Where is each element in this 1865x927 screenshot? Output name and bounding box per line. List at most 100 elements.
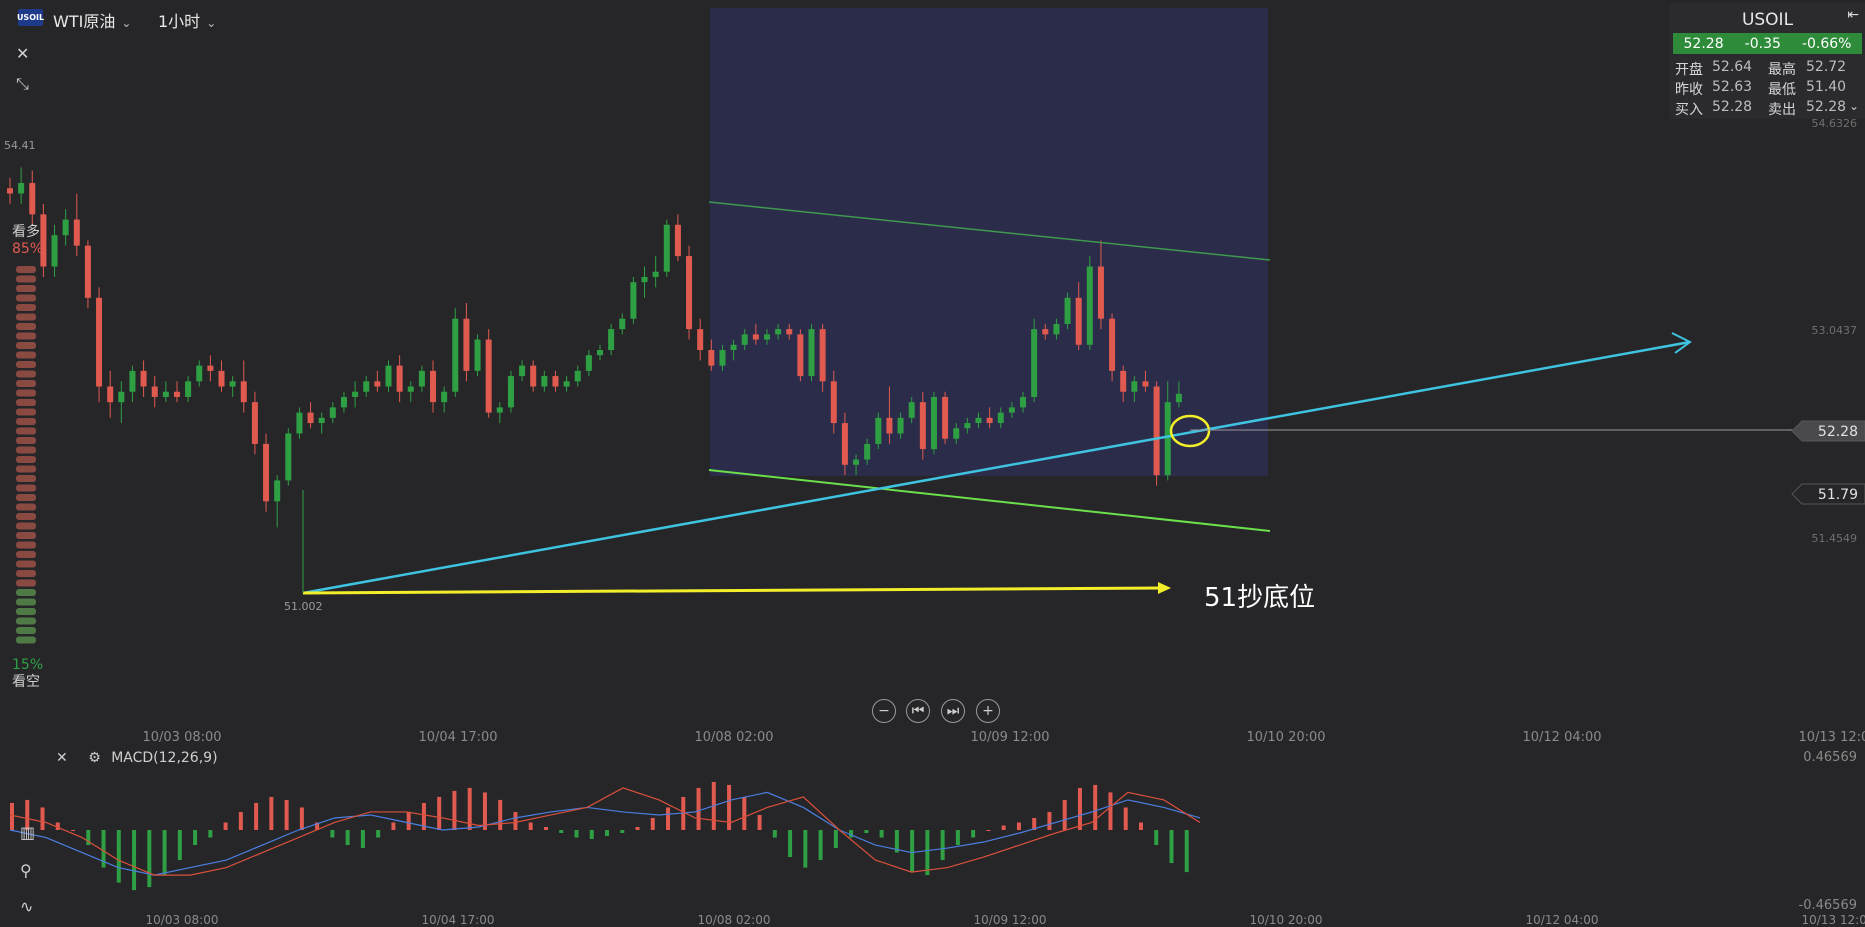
candle-body (29, 183, 36, 215)
x-tick-label: 10/08 02:00 (694, 730, 773, 745)
macd-bar (1062, 799, 1067, 830)
macd-bar (1093, 784, 1098, 830)
sentiment-segment (16, 484, 36, 492)
low-value: 51.40 (1806, 79, 1847, 95)
candle-body (340, 396, 347, 408)
compass-icon[interactable]: ⚲ (20, 861, 32, 880)
macd-bar (788, 830, 793, 858)
sentiment-segment (16, 551, 36, 558)
macd-bar (40, 807, 45, 830)
zoom-out-button[interactable]: − (872, 699, 896, 723)
candle-body (151, 386, 158, 397)
candle-body (641, 276, 648, 283)
macd-bar (238, 811, 243, 830)
sentiment-segment (16, 522, 36, 530)
candle-body (752, 334, 759, 340)
scroll-start-button[interactable]: ⏮ (906, 699, 930, 723)
macd-bar (1123, 807, 1128, 830)
chevron-down-icon[interactable]: ⌄ (1849, 99, 1859, 113)
sentiment-segment (16, 332, 36, 340)
bull-label: 看多 (12, 224, 40, 240)
candle-body (585, 355, 592, 371)
macd-bar (193, 830, 198, 846)
macd-bar (299, 807, 304, 830)
candle-body (563, 381, 570, 387)
candle-body (7, 188, 13, 194)
candle-body (919, 402, 926, 450)
support-line (302, 586, 1161, 595)
y-tick-label: 53.0437 (1812, 324, 1858, 337)
candle-body (1086, 266, 1093, 345)
candle-body (875, 417, 882, 444)
macd-bar (955, 830, 960, 846)
bid-value: 52.28 (1712, 99, 1753, 115)
sentiment-segment (16, 589, 36, 596)
price-chart[interactable]: 51抄底位 10/03 08:00 10/04 17:00 10/08 02:00 1… (0, 0, 1865, 927)
sentiment-segment (16, 380, 36, 387)
bull-pct: 85% (12, 241, 44, 257)
ask-value: 52.28 (1806, 99, 1847, 115)
bid-label: 买入 (1675, 102, 1703, 118)
candle-body (1175, 393, 1182, 403)
candle-body (942, 396, 949, 439)
close-icon[interactable]: ✕ (56, 750, 68, 766)
macd-bar (147, 830, 152, 888)
candle-body (1008, 407, 1015, 413)
candle-body (730, 344, 737, 350)
candle-body (485, 339, 492, 413)
candle-body (474, 339, 481, 371)
candle-body (1131, 381, 1138, 392)
candle-body (652, 271, 659, 277)
candle-body (630, 282, 637, 319)
sentiment-segment (16, 275, 36, 283)
sentiment-segment (16, 342, 36, 349)
candle-body (352, 391, 359, 397)
pulse-icon[interactable]: ∿ (20, 897, 33, 916)
macd-bar (254, 802, 259, 830)
scroll-end-button[interactable]: ⏭ (941, 699, 965, 723)
macd-bar (177, 830, 182, 861)
candle-body (697, 329, 704, 350)
quote-title: USOIL (1741, 10, 1794, 30)
candle-body (864, 443, 871, 460)
sentiment-segment (16, 446, 36, 454)
quote-panel: ⇤ USOIL 52.28 -0.35 -0.66% 开盘 52.64 最高 5… (1670, 3, 1865, 119)
candle-body (229, 381, 236, 387)
x-tick-label: 10/04 17:00 (418, 730, 497, 745)
zoom-in-button[interactable]: + (976, 699, 1000, 723)
quote-row-prevclose-low: 昨收 52.63 最低 51.40 (1670, 79, 1865, 99)
sentiment-segment (16, 427, 36, 435)
macd-bar (208, 830, 213, 838)
candle-body (1097, 266, 1104, 319)
x-tick-label: 10/09 12:00 (970, 730, 1049, 745)
macd-bar (376, 830, 381, 838)
macd-bar (543, 826, 548, 830)
macd-bar (452, 790, 457, 830)
x-tick-label: 10/13 12:00 (1798, 730, 1865, 745)
macd-bar (269, 796, 274, 830)
candle-body (318, 417, 325, 424)
sentiment-segment (16, 408, 36, 416)
gear-icon[interactable]: ⚙ (88, 750, 101, 766)
candle-body (62, 219, 69, 236)
candle-body (819, 329, 826, 382)
sentiment-segment (16, 560, 36, 568)
quote-row-open-high: 开盘 52.64 最高 52.72 (1670, 59, 1865, 79)
sentiment-segment (16, 579, 36, 587)
x-tick-label: 10/03 08:00 (142, 730, 221, 745)
macd-bar (757, 814, 762, 830)
candle-body (463, 318, 470, 371)
candle-body (686, 256, 693, 330)
prev-close-value: 52.63 (1712, 79, 1753, 95)
candle-body (396, 365, 403, 392)
chart-icon[interactable]: ▥ (20, 823, 35, 842)
sentiment-segment (16, 541, 36, 549)
macd-bar (803, 830, 808, 868)
ask-label: 卖出 (1768, 102, 1796, 118)
candle-body (708, 350, 715, 366)
candle-body (441, 391, 448, 403)
candle-body (1064, 297, 1071, 324)
candle-body (997, 412, 1004, 424)
candle-body (18, 183, 25, 194)
macd-bar (223, 822, 228, 830)
